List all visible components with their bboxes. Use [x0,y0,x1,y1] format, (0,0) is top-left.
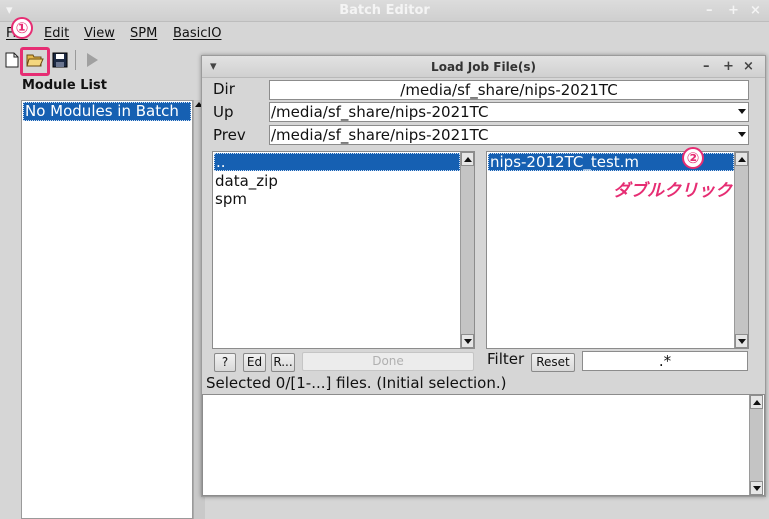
close-icon[interactable]: × [750,3,761,18]
scroll-up-icon[interactable] [461,152,474,166]
menu-basicio[interactable]: BasicIO [173,26,221,41]
directory-item[interactable]: spm [214,190,247,208]
up-dropdown-value: /media/sf_share/nips-2021TC [271,103,489,121]
dialog-minimize-icon[interactable]: – [703,59,710,74]
menu-spm[interactable]: SPM [130,26,157,41]
new-file-icon[interactable] [3,51,21,69]
toolbar-separator [75,50,76,70]
window-title: Batch Editor [339,3,430,18]
recursive-button[interactable]: R... [271,353,295,372]
selection-status: Selected 0/[1-...] files. (Initial selec… [206,374,507,392]
menubar: File Edit View SPM BasicIO [0,22,769,46]
menu-edit[interactable]: Edit [44,26,69,41]
directory-item[interactable]: .. [214,153,460,171]
run-icon[interactable] [83,51,101,69]
save-icon[interactable] [51,51,69,69]
filter-label: Filter [487,350,525,368]
dialog-close-icon[interactable]: × [743,59,754,74]
filter-field[interactable]: .* [582,351,748,371]
minimize-icon[interactable]: – [706,3,713,18]
scroll-down-icon[interactable] [735,334,748,348]
maximize-icon[interactable]: + [728,3,739,18]
edit-button[interactable]: Ed [243,353,266,372]
prev-label: Prev [213,126,246,144]
selected-files-box[interactable] [202,394,765,496]
dialog-titlebar: ▾ Load Job File(s) – + × [202,56,765,78]
load-job-dialog: ▾ Load Job File(s) – + × Dir /media/sf_s… [201,55,766,497]
done-button[interactable]: Done [302,352,474,371]
dir-label: Dir [213,80,235,98]
dialog-title: Load Job File(s) [431,60,536,74]
dialog-maximize-icon[interactable]: + [723,59,734,74]
prev-dropdown[interactable]: /media/sf_share/nips-2021TC [269,125,749,145]
module-list-label: Module List [22,78,107,93]
scroll-down-icon[interactable] [461,334,474,348]
chevron-down-icon [738,109,746,114]
module-list[interactable]: No Modules in Batch [21,100,193,519]
directory-item[interactable]: data_zip [214,172,278,190]
window-titlebar: ▾ Batch Editor – + × [0,0,769,22]
open-button-highlight [20,47,50,76]
selected-files-scrollbar[interactable] [749,395,763,495]
scroll-up-icon[interactable] [750,395,763,409]
scroll-up-icon[interactable] [735,152,748,166]
reset-button[interactable]: Reset [531,353,575,372]
directory-list[interactable]: .. data_zip spm [212,151,475,349]
module-list-item[interactable]: No Modules in Batch [23,102,191,121]
dir-field[interactable]: /media/sf_share/nips-2021TC [269,80,749,100]
up-dropdown[interactable]: /media/sf_share/nips-2021TC [269,102,749,122]
chevron-down-icon [738,132,746,137]
help-button[interactable]: ? [214,353,236,372]
double-click-annotation: ダブルクリック [613,181,732,201]
step-2-badge: ② [682,147,704,169]
scroll-down-icon[interactable] [750,481,763,495]
prev-dropdown-value: /media/sf_share/nips-2021TC [271,126,489,144]
menu-view[interactable]: View [84,26,115,41]
file-scrollbar[interactable] [734,152,748,348]
up-label: Up [213,103,234,121]
step-1-badge: ① [11,17,33,39]
directory-scrollbar[interactable] [460,152,474,348]
